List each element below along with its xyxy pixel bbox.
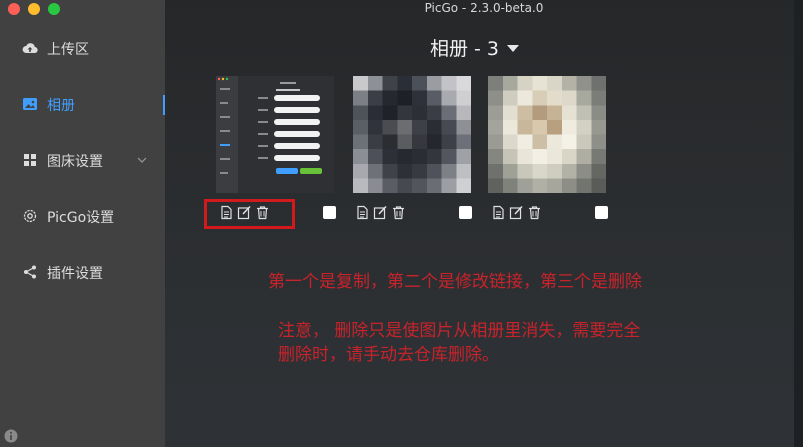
sidebar-item-album[interactable]: 相册 (0, 89, 165, 119)
info-icon[interactable] (4, 429, 18, 443)
sidebar-item-label: 插件设置 (47, 266, 103, 282)
image-icon (23, 98, 37, 110)
screenshot-thumbnail (216, 76, 334, 193)
window-controls (8, 3, 60, 15)
minimize-window-button[interactable] (28, 3, 40, 15)
image-thumbnail-2[interactable] (353, 76, 471, 193)
window-edge (794, 0, 803, 447)
window-title: PicGo - 2.3.0-beta.0 (424, 1, 544, 15)
annotation-highlight-box (204, 199, 295, 229)
annotation-text-1: 第一个是复制，第二个是修改链接，第三个是删除 (268, 272, 642, 292)
delete-icon[interactable] (391, 205, 406, 220)
sidebar-item-picbed-settings[interactable]: 图床设置 (0, 145, 165, 175)
image-thumbnail-1[interactable] (216, 76, 334, 193)
cloud-upload-icon (22, 43, 38, 54)
image-actions-2 (355, 205, 406, 221)
sidebar-item-plugin-settings[interactable]: 插件设置 (0, 257, 165, 287)
select-checkbox-3[interactable] (595, 206, 608, 219)
sidebar-item-label: PicGo设置 (47, 210, 115, 226)
image-actions-3 (491, 205, 542, 221)
select-checkbox-1[interactable] (323, 206, 336, 219)
pixelated-photo (353, 76, 471, 193)
album-title: 相册 - 3 (430, 38, 500, 60)
grid-icon (24, 154, 36, 166)
sidebar-item-upload[interactable]: 上传区 (0, 33, 165, 63)
annotation-text-2: 注意， 删除只是使图片从相册里消失，需要完全 (278, 321, 641, 341)
sidebar-item-label: 上传区 (47, 42, 89, 58)
copy-icon[interactable] (355, 205, 370, 220)
gear-icon (23, 209, 37, 223)
caret-down-icon (507, 45, 520, 52)
image-thumbnail-3[interactable] (488, 76, 606, 193)
sidebar-item-label: 相册 (47, 98, 75, 114)
annotation-text-3: 删除时，请手动去仓库删除。 (278, 345, 499, 365)
sidebar-item-label: 图床设置 (47, 154, 103, 170)
chevron-down-icon (137, 157, 147, 163)
copy-icon[interactable] (491, 205, 506, 220)
pixelated-photo (488, 76, 606, 193)
edit-icon[interactable] (509, 205, 524, 220)
close-window-button[interactable] (8, 3, 20, 15)
delete-icon[interactable] (527, 205, 542, 220)
sidebar: 上传区 相册 图床设置 PicGo设置 插件设置 (0, 0, 165, 447)
sidebar-item-picgo-settings[interactable]: PicGo设置 (0, 201, 165, 231)
edit-icon[interactable] (373, 205, 388, 220)
select-checkbox-2[interactable] (459, 206, 472, 219)
maximize-window-button[interactable] (48, 3, 60, 15)
album-title-dropdown[interactable]: 相册 - 3 (430, 34, 520, 61)
share-icon (24, 265, 36, 279)
